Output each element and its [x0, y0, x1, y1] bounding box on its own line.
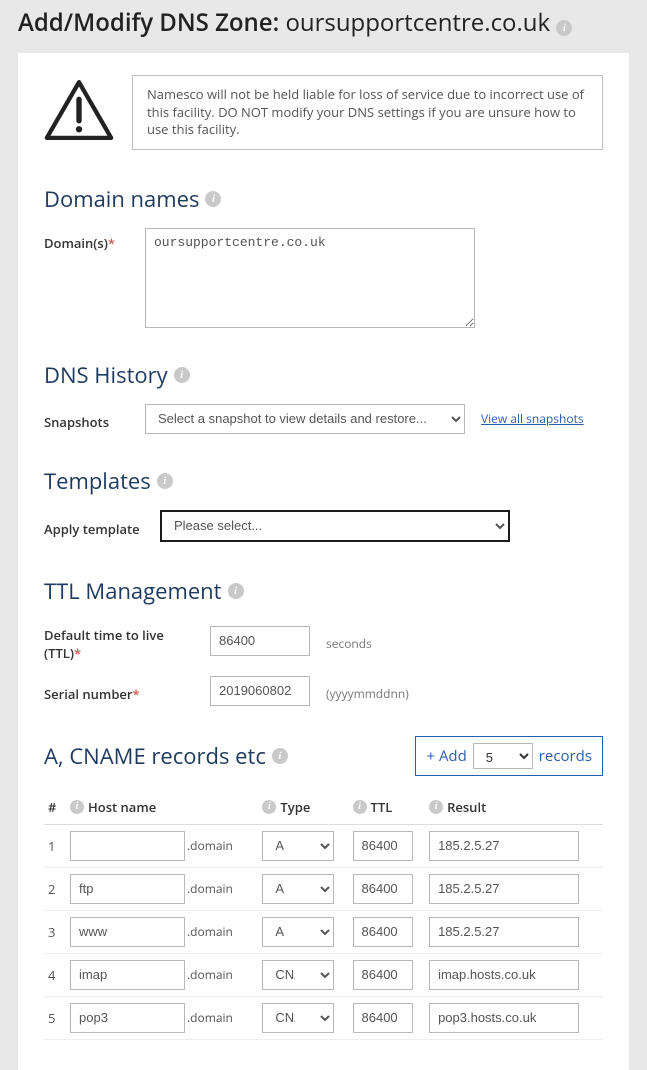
ttl-input[interactable]: [353, 831, 413, 861]
info-icon[interactable]: i: [429, 800, 443, 814]
section-ttl: TTL Management i: [44, 576, 603, 606]
template-select[interactable]: Please select...: [160, 510, 510, 542]
type-select[interactable]: A: [262, 917, 334, 947]
table-row: 2 .domain A: [44, 867, 603, 910]
warning-banner: Namesco will not be held liable for loss…: [44, 75, 603, 150]
domain-suffix: .domain: [185, 837, 233, 854]
info-icon[interactable]: i: [262, 800, 276, 814]
snapshots-label: Snapshots: [44, 407, 129, 431]
section-records-label: A, CNAME records etc: [44, 741, 266, 771]
section-ttl-label: TTL Management: [44, 576, 222, 606]
domains-textarea[interactable]: [145, 228, 475, 328]
th-type: iType: [258, 790, 348, 825]
ttl-input[interactable]: [353, 874, 413, 904]
section-dns-history: DNS History i: [44, 360, 603, 390]
section-domain-names: Domain names i: [44, 184, 603, 214]
table-row: 1 .domain A: [44, 824, 603, 867]
default-ttl-input[interactable]: [210, 626, 310, 656]
section-records: A, CNAME records etc i: [44, 741, 288, 771]
add-records-count[interactable]: 5: [473, 743, 533, 769]
section-templates-label: Templates: [44, 466, 151, 496]
info-icon[interactable]: i: [157, 473, 173, 489]
table-row: 3 .domain A: [44, 910, 603, 953]
info-icon[interactable]: i: [272, 748, 288, 764]
type-select[interactable]: CNAME: [262, 1003, 334, 1033]
type-select[interactable]: A: [262, 831, 334, 861]
result-input[interactable]: [429, 874, 579, 904]
section-templates: Templates i: [44, 466, 603, 496]
table-row: 5.domainCNAME: [44, 996, 603, 1039]
info-icon[interactable]: i: [228, 583, 244, 599]
title-prefix: Add/Modify DNS Zone:: [18, 6, 285, 39]
add-records-suffix[interactable]: records: [539, 746, 592, 766]
row-number: 3: [44, 910, 66, 953]
domain-suffix: .domain: [185, 923, 233, 940]
ttl-input[interactable]: [353, 1003, 413, 1033]
main-card: Namesco will not be held liable for loss…: [18, 53, 629, 1070]
warning-icon: [44, 80, 114, 145]
serial-hint: (yyyymmddnn): [326, 679, 409, 702]
host-input[interactable]: [70, 917, 185, 947]
ttl-input[interactable]: [353, 917, 413, 947]
records-table: # iHost name iType iTTL iResult 1 .domain…: [44, 790, 603, 1040]
info-icon[interactable]: i: [556, 20, 572, 36]
result-input[interactable]: [429, 831, 579, 861]
th-ttl: iTTL: [349, 790, 426, 825]
th-num: #: [44, 790, 66, 825]
row-number: 2: [44, 867, 66, 910]
row-number: 5: [44, 996, 66, 1039]
title-domain: oursupportcentre.co.uk: [285, 6, 550, 39]
host-input[interactable]: [70, 960, 185, 990]
type-select[interactable]: A: [262, 874, 334, 904]
page-title: Add/Modify DNS Zone: oursupportcentre.co…: [0, 0, 647, 49]
row-number: 1: [44, 824, 66, 867]
result-input[interactable]: [429, 1003, 579, 1033]
table-row: 4 .domain CNAME: [44, 953, 603, 996]
domains-label: Domain(s)*: [44, 228, 129, 252]
seconds-hint: seconds: [326, 629, 372, 652]
serial-label: Serial number*: [44, 679, 194, 703]
result-input[interactable]: [429, 960, 579, 990]
th-result: iResult: [425, 790, 603, 825]
row-number: 4: [44, 953, 66, 996]
snapshot-select[interactable]: Select a snapshot to view details and re…: [145, 404, 465, 434]
add-records-box: + Add 5 records: [415, 736, 603, 776]
info-icon[interactable]: i: [70, 800, 84, 814]
info-icon[interactable]: i: [174, 367, 190, 383]
section-domain-names-label: Domain names: [44, 184, 199, 214]
info-icon[interactable]: i: [353, 800, 367, 814]
host-input[interactable]: [70, 874, 185, 904]
host-input[interactable]: [70, 1003, 185, 1033]
serial-input[interactable]: [210, 676, 310, 706]
th-host: iHost name: [66, 790, 258, 825]
host-input[interactable]: [70, 831, 185, 861]
result-input[interactable]: [429, 917, 579, 947]
default-ttl-label: Default time to live (TTL)*: [44, 620, 194, 662]
section-dns-history-label: DNS History: [44, 360, 168, 390]
info-icon[interactable]: i: [205, 191, 221, 207]
type-select[interactable]: CNAME: [262, 960, 334, 990]
warning-text: Namesco will not be held liable for loss…: [132, 75, 603, 150]
view-all-snapshots-link[interactable]: View all snapshots: [481, 410, 584, 427]
domain-suffix: .domain: [185, 966, 233, 983]
ttl-input[interactable]: [353, 960, 413, 990]
add-records-link[interactable]: + Add: [426, 746, 466, 766]
apply-template-label: Apply template: [44, 514, 144, 538]
domain-suffix: .domain: [185, 880, 233, 897]
